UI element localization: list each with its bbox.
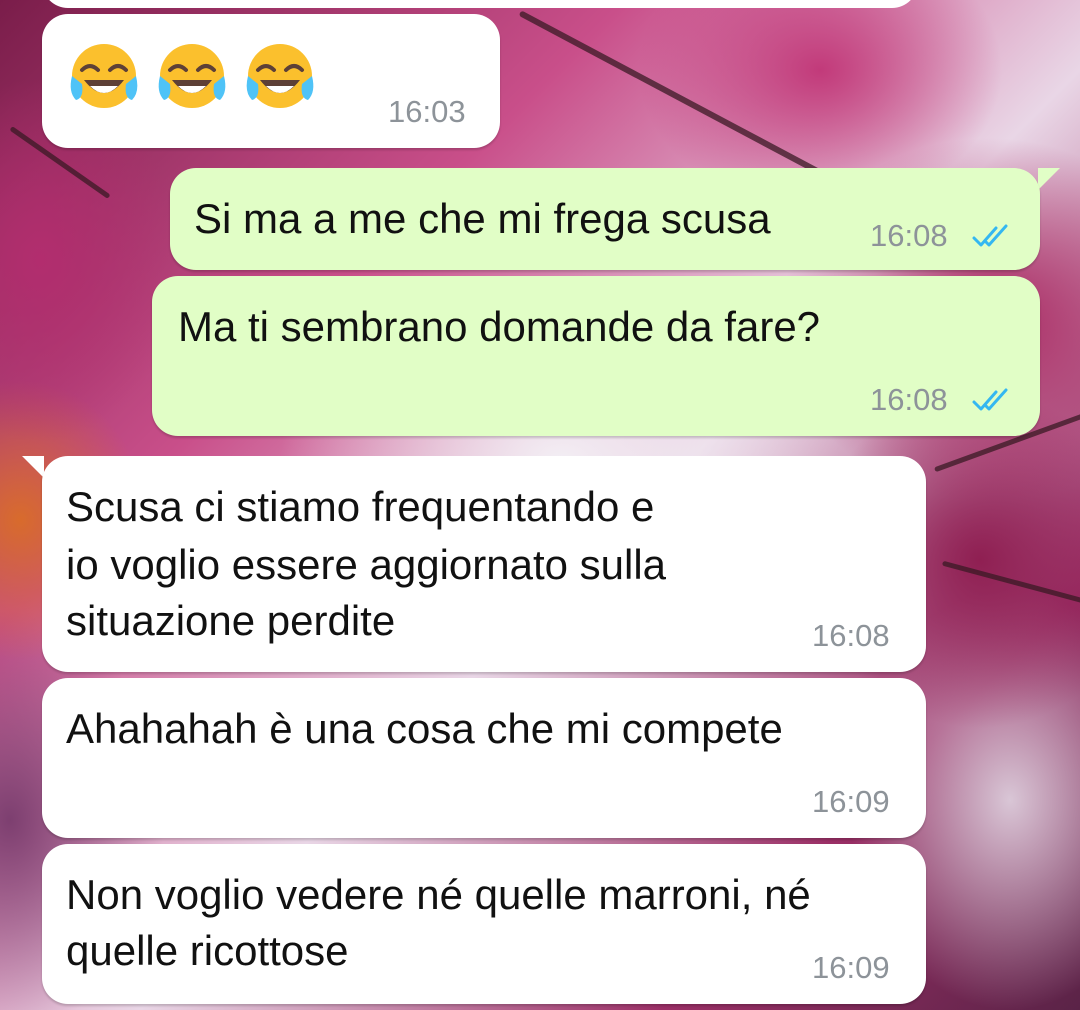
face-with-tears-of-joy-icon — [246, 44, 314, 108]
message-text-line: Non voglio vedere né quelle marroni, né — [66, 871, 811, 918]
message-bubble-incoming[interactable]: 16:03 — [42, 14, 500, 148]
message-timestamp: 16:03 — [388, 94, 466, 129]
message-timestamp: 16:09 — [812, 784, 890, 819]
message-text: Ahahahah è una cosa che mi compete — [66, 705, 783, 752]
double-check-read-icon — [972, 388, 1008, 411]
double-check-read-icon — [972, 224, 1008, 247]
message-timestamp: 16:08 — [870, 382, 948, 417]
message-text-line: Scusa ci stiamo frequentando e — [66, 483, 655, 530]
bubble-tail — [22, 456, 44, 478]
bubble-tail — [1038, 168, 1060, 190]
face-with-tears-of-joy-icon — [70, 44, 138, 108]
previous-message-bubble-edge — [42, 0, 918, 8]
face-with-tears-of-joy-icon — [158, 44, 226, 108]
message-text-line: io voglio essere aggiornato sulla — [66, 541, 667, 588]
message-timestamp: 16:08 — [812, 618, 890, 653]
message-bubble-incoming[interactable]: Ahahahah è una cosa che mi compete 16:09 — [42, 678, 926, 838]
message-timestamp: 16:08 — [870, 218, 948, 253]
message-timestamp: 16:09 — [812, 950, 890, 985]
message-bubble-incoming[interactable]: Non voglio vedere né quelle marroni, né … — [42, 844, 926, 1004]
message-bubble-outgoing[interactable]: Si ma a me che mi frega scusa 16:08 — [170, 168, 1040, 270]
wallpaper-branch — [941, 560, 1080, 605]
message-text: Ma ti sembrano domande da fare? — [178, 303, 821, 350]
message-bubble-incoming[interactable]: Scusa ci stiamo frequentando e io voglio… — [42, 456, 926, 672]
message-text: Si ma a me che mi frega scusa — [194, 195, 771, 242]
message-text-line: quelle ricottose — [66, 927, 349, 974]
message-bubble-outgoing[interactable]: Ma ti sembrano domande da fare? 16:08 — [152, 276, 1040, 436]
chat-view[interactable]: 16:03 Si ma a me che mi frega scusa 16:0… — [0, 0, 1080, 1010]
message-text-line: situazione perdite — [66, 597, 396, 644]
